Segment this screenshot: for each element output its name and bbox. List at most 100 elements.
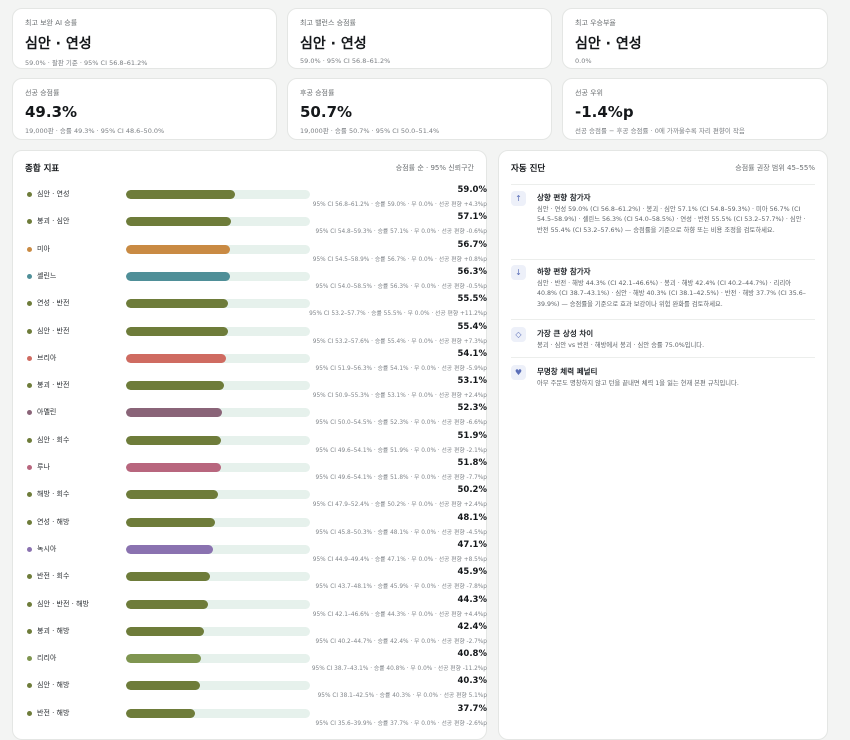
kpi-sub: 0.0% — [575, 57, 592, 65]
winrate-detail: 95% CI 53.2–57.7% · 승률 55.5% · 무 0.0% · … — [309, 311, 487, 318]
winrate-value: 57.1% — [457, 212, 488, 223]
legend-dot — [27, 492, 32, 498]
diagnosis-item-downward-bias: ↓ 하향 편향 참가자 심안 · 반전 · 해방 44.3% (CI 42.1–… — [511, 265, 815, 317]
participant-name: 리리아 — [37, 654, 57, 663]
legend-dot — [27, 410, 32, 416]
participant-name: 연성 · 반전 — [37, 299, 70, 308]
kpi-label: 선공 승점률 — [25, 89, 60, 97]
winrate-bar-track — [126, 517, 310, 527]
summary-note: 승점률 순 · 95% 신뢰구간 — [395, 164, 474, 172]
winrate-bar-fill — [126, 463, 222, 472]
kpi-sub: 59.0% · 95% CI 56.8–61.2% — [300, 57, 391, 65]
winrate-bar-fill — [126, 654, 202, 664]
kpi-sub: 19,000판 · 승률 49.3% · 95% CI 48.6–50.0% — [25, 127, 165, 135]
winrate-bar-track — [126, 572, 310, 582]
summary-row: 해방 · 회수 50.2% 95% CI 47.9–52.4% · 승률 50.2%… — [25, 485, 487, 512]
winrate-bar-fill — [126, 353, 226, 363]
winrate-detail: 95% CI 50.9–55.3% · 승률 53.1% · 무 0.0% · … — [312, 393, 487, 400]
kpi-label: 선공 우위 — [575, 89, 603, 97]
participant-name: 봉괴 · 심안 — [37, 217, 70, 226]
summary-row: 브리아 54.1% 95% CI 51.9–56.3% · 승률 54.1% · 무… — [25, 349, 487, 376]
winrate-detail: 95% CI 53.2–57.6% · 승률 55.4% · 무 0.0% · … — [312, 338, 487, 345]
participant-name: 봉괴 · 반전 — [37, 381, 70, 390]
winrate-bar-fill — [126, 381, 224, 391]
winrate-detail: 95% CI 49.6–54.1% · 승률 51.9% · 무 0.0% · … — [315, 447, 487, 454]
legend-dot — [27, 683, 32, 689]
legend-dot — [27, 574, 32, 580]
winrate-bar-track — [126, 544, 310, 554]
legend-dot — [27, 601, 32, 607]
summary-row: 심안 · 반전 · 해방 44.3% 95% CI 42.1–46.6% · 승률 … — [25, 595, 487, 622]
winrate-detail: 95% CI 49.6–54.1% · 승률 51.8% · 무 0.0% · … — [315, 475, 487, 481]
winrate-bar-fill — [126, 244, 231, 254]
winrate-detail: 95% CI 54.0–58.5% · 승률 56.3% · 무 0.0% · … — [315, 283, 487, 290]
winrate-bar-track — [126, 708, 310, 718]
legend-dot — [27, 519, 32, 525]
participant-name: 아멜린 — [37, 408, 57, 417]
winrate-bar-fill — [126, 299, 229, 309]
summary-row: 아멜린 52.3% 95% CI 50.0–54.5% · 승률 52.3% · 무… — [25, 403, 487, 430]
summary-row: 심안 · 해방 40.3% 95% CI 38.1–42.5% · 승률 40.3%… — [25, 676, 487, 703]
diagnosis-item-upward-bias: ↑ 상향 편향 참가자 심안 · 연성 59.0% (CI 56.8–61.2%… — [511, 191, 815, 253]
kpi-card-first-player-winrate: 선공 승점률 49.3% 19,000판 · 승률 49.3% · 95% CI… — [12, 78, 277, 140]
winrate-bar-fill — [126, 490, 219, 500]
kpi-sub: 59.0% · 팔판 기준 · 95% CI 56.8–61.2% — [25, 59, 148, 67]
diagnosis-item-text: 심안 · 반전 · 해방 44.3% (CI 42.1–46.6%) · 봉괴 … — [537, 280, 806, 308]
legend-dot — [27, 192, 32, 197]
kpi-value: 심안 · 연성 — [575, 36, 642, 52]
winrate-detail: 95% CI 43.7–48.1% · 승률 45.9% · 무 0.0% · … — [315, 584, 487, 591]
diagnosis-title: 자동 진단 — [511, 164, 546, 174]
winrate-value: 47.1% — [457, 539, 488, 550]
winrate-value: 54.1% — [457, 348, 488, 359]
participant-name: 브리아 — [37, 353, 57, 362]
summary-row: 반전 · 회수 45.9% 95% CI 43.7–48.1% · 승률 45.9%… — [25, 567, 487, 594]
arrow-up-icon: ↑ — [511, 191, 526, 206]
winrate-detail: 95% CI 47.9–52.4% · 승률 50.2% · 무 0.0% · … — [312, 502, 487, 509]
legend-dot — [27, 465, 32, 470]
diagnosis-item-title: 상향 편향 참가자 — [537, 193, 591, 202]
winrate-bar-track — [126, 190, 310, 199]
winrate-bar-fill — [126, 271, 230, 281]
winrate-detail: 95% CI 54.5–58.9% · 승률 56.7% · 무 0.0% · … — [312, 256, 487, 263]
winrate-bar-track — [126, 408, 310, 418]
kpi-value: -1.4%p — [575, 103, 634, 121]
winrate-detail: 95% CI 45.8–50.3% · 승률 48.1% · 무 0.0% · … — [315, 529, 487, 536]
winrate-value: 44.3% — [457, 594, 488, 605]
winrate-bar-track — [126, 654, 310, 664]
winrate-value: 56.3% — [457, 266, 488, 277]
winrate-bar-fill — [126, 435, 222, 445]
winrate-bar-track — [126, 599, 310, 609]
diagnosis-item-text: 봉괴 · 심안 vs 반전 · 해방에서 봉괴 · 심안 승률 75.0%입니다… — [537, 342, 705, 349]
winrate-bar-track — [126, 381, 310, 391]
summary-header: 종합 지표 승점률 순 · 95% 신뢰구간 — [25, 162, 474, 176]
winrate-bar-fill — [126, 408, 223, 418]
participant-name: 심안 · 연성 — [37, 190, 70, 198]
summary-row: 봉괴 · 해방 42.4% 95% CI 40.2–44.7% · 승률 42.4%… — [25, 622, 487, 649]
winrate-detail: 95% CI 40.2–44.7% · 승률 42.4% · 무 0.0% · … — [315, 638, 487, 645]
diagnosis-item-no-cast-penalty: ♥ 무명창 체력 페널티 아무 주문도 명창하지 않고 턴을 끝내면 체력 1을… — [511, 365, 815, 395]
winrate-bar-fill — [126, 517, 215, 527]
winrate-bar-fill — [126, 681, 201, 691]
diagnosis-item-title: 하향 편향 참가자 — [537, 267, 591, 276]
winrate-bar-track — [126, 244, 310, 254]
winrate-bar-fill — [126, 599, 208, 609]
kpi-value: 50.7% — [300, 103, 353, 121]
summary-row: 연성 · 해방 48.1% 95% CI 45.8–50.3% · 승률 48.1%… — [25, 513, 487, 540]
legend-dot — [27, 546, 32, 552]
participant-name: 해방 · 회수 — [37, 490, 70, 499]
winrate-value: 51.8% — [457, 458, 488, 468]
kpi-label: 최고 우승부율 — [575, 19, 616, 27]
diagnosis-header: 자동 진단 승점률 권장 범위 45–55% — [511, 162, 815, 185]
winrate-bar-track — [126, 626, 310, 636]
winrate-bar-track — [126, 681, 310, 691]
winrate-detail: 95% CI 35.6–39.9% · 승률 37.7% · 무 0.0% · … — [315, 720, 487, 727]
kpi-card-best-draw-rate: 최고 우승부율 심안 · 연성 0.0% — [562, 8, 828, 69]
diagnosis-item-title: 가장 큰 상성 차이 — [537, 329, 594, 338]
legend-dot — [27, 273, 32, 279]
winrate-bar-track — [126, 299, 310, 309]
divider — [511, 357, 815, 358]
winrate-bar-track — [126, 353, 310, 363]
winrate-value: 48.1% — [457, 512, 488, 523]
winrate-value: 52.3% — [457, 403, 488, 414]
winrate-bar-track — [126, 326, 310, 336]
